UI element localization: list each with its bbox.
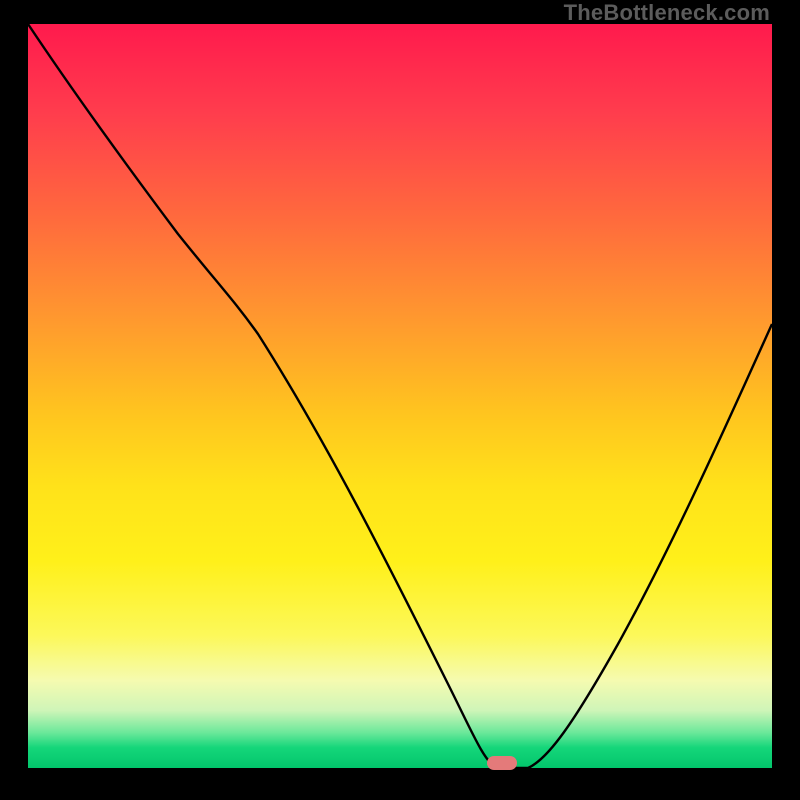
optimal-marker: [487, 756, 517, 770]
bottleneck-curve: [28, 24, 772, 770]
watermark-text: TheBottleneck.com: [564, 2, 770, 24]
curve-path: [28, 24, 772, 768]
chart-frame: TheBottleneck.com: [0, 0, 800, 800]
